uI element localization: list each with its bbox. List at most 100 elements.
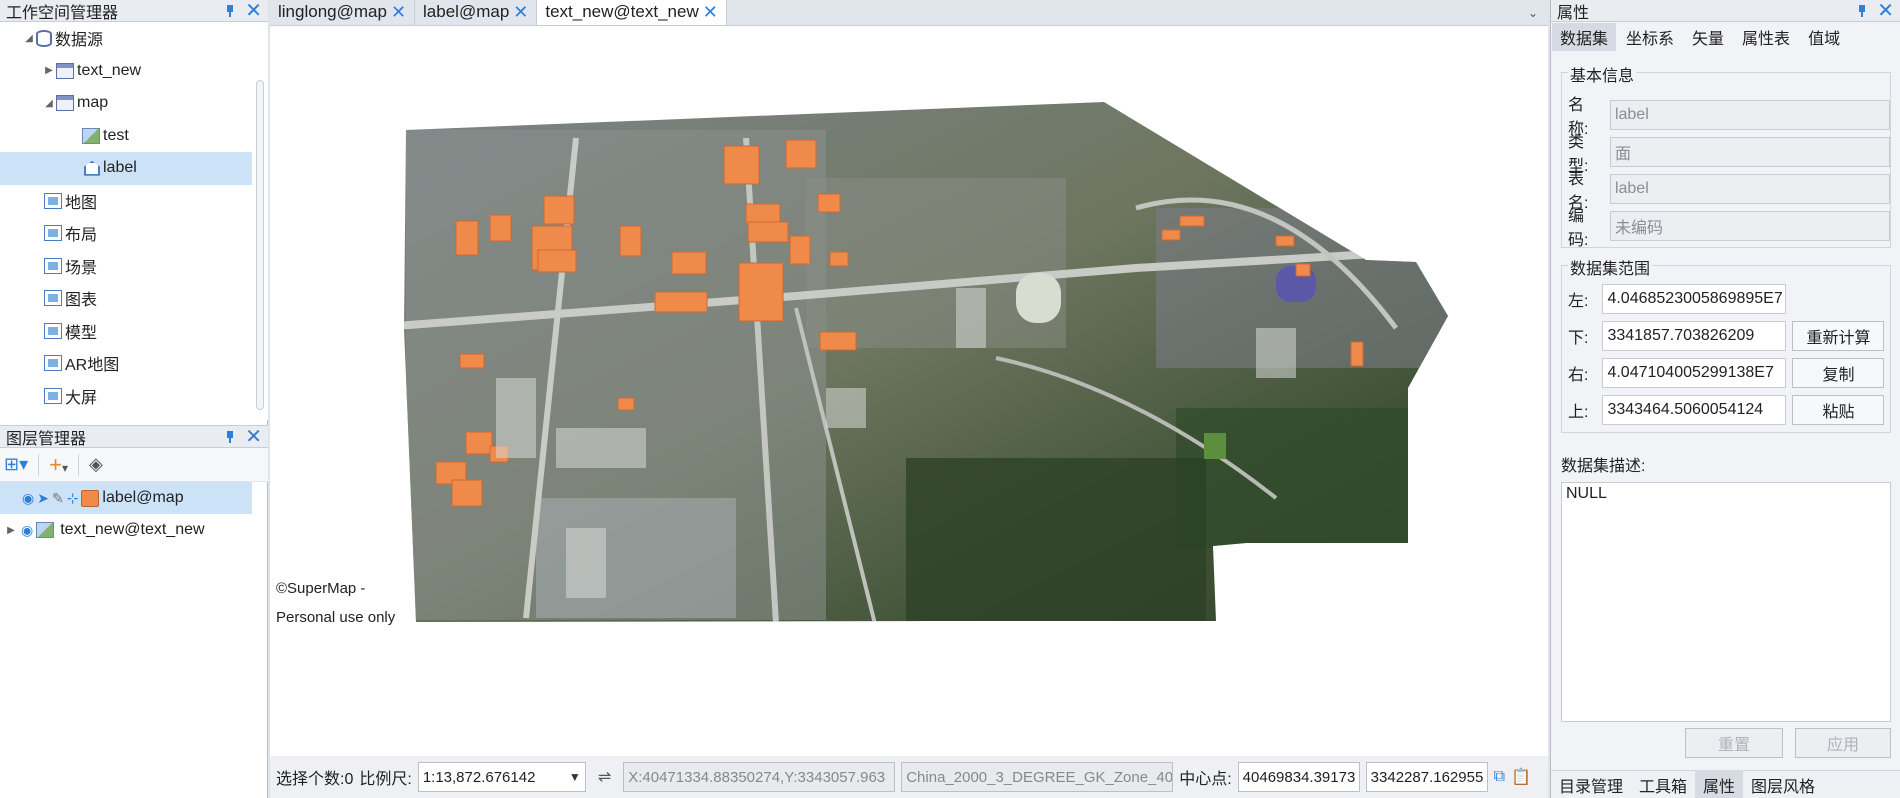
tab-list-dropdown-icon[interactable]: ⌄ xyxy=(1518,6,1548,20)
pin-icon[interactable] xyxy=(1857,4,1867,17)
tree-item-ar-maps[interactable]: AR地图 xyxy=(0,347,268,380)
layer-manager-titlebar: 图层管理器 ✕ xyxy=(0,426,268,448)
tab-value-domain[interactable]: 值域 xyxy=(1800,23,1848,51)
tab-text-new[interactable]: text_new@text_new ✕ xyxy=(537,0,727,25)
chevron-down-icon: ▼ xyxy=(568,770,581,784)
layer-item-text-new[interactable]: ▶ ◉ text_new@text_new xyxy=(0,514,268,546)
layer-manager-panel: 图层管理器 ✕ ⊞▾ +▾ ◈ ◉ ➤ ✎ ⊹ label@map ▶ ◉ te… xyxy=(0,425,268,798)
apply-button[interactable]: 应用 xyxy=(1795,728,1891,758)
tab-properties[interactable]: 属性 xyxy=(1695,769,1744,798)
ar-map-icon xyxy=(44,355,62,372)
left-bound-input[interactable]: 4.0468523005869895E7 xyxy=(1602,284,1787,314)
collapse-arrow-icon[interactable]: ▶ xyxy=(4,525,18,536)
add-data-icon[interactable]: +▾ xyxy=(49,452,68,478)
tab-dataset[interactable]: 数据集 xyxy=(1552,23,1617,51)
bottom-bound-row: 下: 3341857.703826209 重新计算 xyxy=(1568,321,1885,351)
tree-item-test[interactable]: test xyxy=(0,120,268,153)
tree-item-label: 大屏 xyxy=(65,389,98,407)
reset-button[interactable]: 重置 xyxy=(1685,728,1783,758)
document-tabs: linglong@map ✕ label@map ✕ text_new@text… xyxy=(270,0,1548,26)
tab-layer-style[interactable]: 图层风格 xyxy=(1743,770,1823,798)
paste-button[interactable]: 粘贴 xyxy=(1792,395,1885,425)
database-icon xyxy=(56,95,74,112)
forest-zone xyxy=(1176,408,1416,548)
tree-item-layouts[interactable]: 布局 xyxy=(0,217,268,250)
copy-icon[interactable]: ⧉ xyxy=(1494,768,1505,786)
tab-toolbox[interactable]: 工具箱 xyxy=(1631,770,1695,798)
close-icon[interactable]: ✕ xyxy=(245,1,262,21)
left-bound-label: 左: xyxy=(1568,293,1589,310)
center-x-input[interactable]: 40469834.39173 xyxy=(1237,762,1360,792)
basic-info-group: 基本信息 名称: label 类型: 面 表名: label 编码: 未编码 xyxy=(1561,62,1891,249)
tree-item-charts[interactable]: 图表 xyxy=(0,282,268,315)
tab-label-map[interactable]: label@map ✕ xyxy=(415,0,538,25)
scale-select[interactable]: 1:13,872.676142 ▼ xyxy=(417,762,586,792)
tree-item-models[interactable]: 模型 xyxy=(0,315,268,348)
tab-label: text_new@text_new xyxy=(545,2,699,21)
selectable-cursor-icon[interactable]: ➤ xyxy=(37,490,49,507)
tab-vector[interactable]: 矢量 xyxy=(1684,23,1732,51)
tree-item-label-dataset[interactable]: label xyxy=(0,152,252,185)
tree-item-label: label xyxy=(103,159,137,177)
layout-icon xyxy=(44,225,62,242)
collapse-arrow-icon[interactable]: ▶ xyxy=(42,65,56,76)
map-canvas[interactable]: ©SuperMap - Personal use only xyxy=(276,28,1544,754)
right-bound-row: 右: 4.047104005299138E7 复制 xyxy=(1568,358,1885,388)
pin-icon[interactable] xyxy=(225,4,235,17)
workspace-tree: ◢ 数据源 ▶ text_new ◢ map test label 地图 布局 … xyxy=(0,22,268,420)
close-tab-icon[interactable]: ✕ xyxy=(513,2,528,23)
image-dataset-icon xyxy=(82,127,100,144)
tree-item-bigscreen[interactable]: 大屏 xyxy=(0,380,268,413)
left-dock: 工作空间管理器 ✕ ◢ 数据源 ▶ text_new ◢ map test la… xyxy=(0,0,268,798)
tree-item-datasource[interactable]: ◢ 数据源 xyxy=(0,22,268,55)
layer-item-label-map[interactable]: ◉ ➤ ✎ ⊹ label@map xyxy=(0,482,252,514)
expand-arrow-icon[interactable]: ◢ xyxy=(42,98,56,109)
toolbar-divider xyxy=(38,453,40,476)
expand-arrow-icon[interactable]: ◢ xyxy=(22,33,36,44)
tab-coordinate-system[interactable]: 坐标系 xyxy=(1618,23,1682,51)
tree-item-text-new[interactable]: ▶ text_new xyxy=(0,55,268,88)
top-bound-row: 上: 3343464.5060054124 粘贴 xyxy=(1568,395,1885,425)
basic-info-title: 基本信息 xyxy=(1568,62,1637,86)
toolbar-divider xyxy=(78,453,80,476)
tree-item-label: text_new xyxy=(77,61,142,79)
stadium xyxy=(1016,273,1061,323)
polygon-style-swatch-icon xyxy=(81,489,100,507)
tab-catalog-manager[interactable]: 目录管理 xyxy=(1551,770,1631,798)
tree-item-maps[interactable]: 地图 xyxy=(0,185,268,218)
mouse-coordinates-field: X:40471334.88350274,Y:3343057.963 xyxy=(623,762,896,792)
visible-eye-icon[interactable]: ◉ xyxy=(22,490,34,507)
layer-style-icon[interactable]: ◈ xyxy=(89,454,103,475)
scale-label: 比例尺: xyxy=(359,771,412,788)
dataset-description-textarea[interactable]: NULL xyxy=(1561,482,1891,722)
pin-icon[interactable] xyxy=(225,430,235,443)
snap-icon[interactable]: ⊹ xyxy=(67,490,79,507)
paste-icon[interactable]: 📋 xyxy=(1511,767,1531,787)
close-tab-icon[interactable]: ✕ xyxy=(391,2,406,23)
imagery-group xyxy=(404,102,1448,622)
swap-coordinates-icon[interactable]: ⇌ xyxy=(598,767,611,787)
close-tab-icon[interactable]: ✕ xyxy=(703,2,718,23)
tab-attribute-table[interactable]: 属性表 xyxy=(1734,23,1798,51)
recalculate-button[interactable]: 重新计算 xyxy=(1792,321,1885,351)
editable-pen-icon[interactable]: ✎ xyxy=(52,490,64,507)
bottom-bound-input[interactable]: 3341857.703826209 xyxy=(1602,321,1787,351)
right-bound-input[interactable]: 4.047104005299138E7 xyxy=(1602,358,1787,388)
tree-scrollbar[interactable] xyxy=(256,80,264,410)
top-bound-input[interactable]: 3343464.5060054124 xyxy=(1602,395,1787,425)
tree-item-label: 场景 xyxy=(65,259,98,277)
tab-label: linglong@map xyxy=(278,2,387,21)
tab-linglong-map[interactable]: linglong@map ✕ xyxy=(270,0,416,25)
close-icon[interactable]: ✕ xyxy=(1877,1,1894,21)
tree-item-map-datasource[interactable]: ◢ map xyxy=(0,87,268,120)
scene-icon xyxy=(44,257,62,274)
center-y-input[interactable]: 3342287.162955 xyxy=(1365,762,1488,792)
layer-toolbar: ⊞▾ +▾ ◈ xyxy=(0,448,268,482)
tree-item-scenes[interactable]: 场景 xyxy=(0,250,268,283)
add-layer-group-icon[interactable]: ⊞▾ xyxy=(4,454,28,475)
visible-eye-icon[interactable]: ◉ xyxy=(21,522,33,539)
close-icon[interactable]: ✕ xyxy=(245,427,262,447)
table-name-field: label xyxy=(1609,174,1890,204)
copy-button[interactable]: 复制 xyxy=(1792,358,1885,388)
scale-value: 1:13,872.676142 xyxy=(422,768,536,786)
